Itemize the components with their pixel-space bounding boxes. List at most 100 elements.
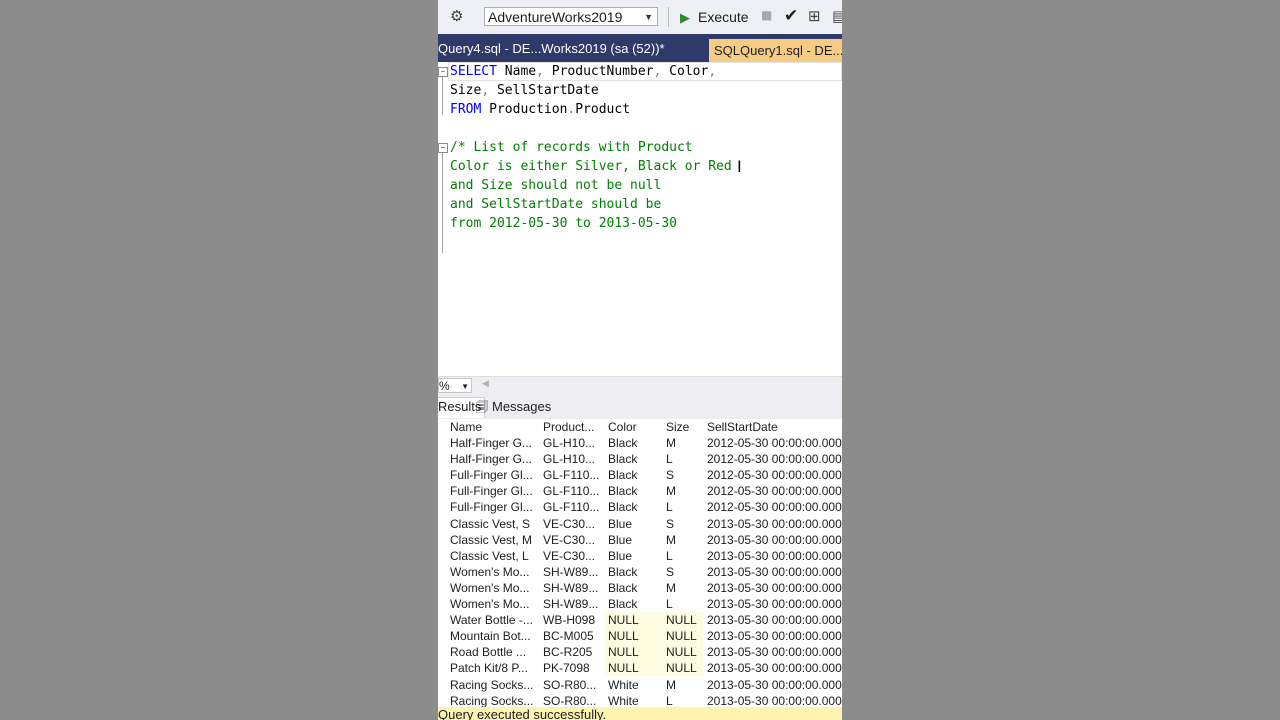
table-cell[interactable]: White [608,693,664,707]
table-cell[interactable]: 2013-05-30 00:00:00.000 [707,644,842,660]
object-explorer-icon[interactable]: ⚙ [450,7,463,25]
database-select[interactable]: AdventureWorks2019 ▼ [484,7,658,26]
table-cell[interactable]: 2013-05-30 00:00:00.000 [707,677,842,693]
table-row[interactable]: Full-Finger Gl... GL-F110... Black M 2012-05… [438,483,842,499]
table-cell[interactable]: NULL [663,644,703,661]
table-cell[interactable]: Racing Socks... [450,677,538,693]
table-cell[interactable]: 2012-05-30 00:00:00.000 [707,435,842,451]
table-cell[interactable]: Water Bottle -... [450,612,538,628]
table-cell[interactable]: S [666,516,702,532]
table-cell[interactable]: Black [608,499,664,515]
table-cell[interactable]: GL-F110... [543,467,603,483]
table-cell[interactable]: SH-W89... [543,580,603,596]
table-row[interactable]: Classic Vest, S VE-C30... Blue S 2013-05-30 … [438,516,842,532]
table-cell[interactable]: BC-R205 [543,644,603,660]
table-cell[interactable]: 2013-05-30 00:00:00.000 [707,548,842,564]
table-cell[interactable]: 2013-05-30 00:00:00.000 [707,564,842,580]
table-cell[interactable]: 2012-05-30 00:00:00.000 [707,467,842,483]
table-row[interactable]: Women's Mo... SH-W89... Black L 2013-05-30 0… [438,596,842,612]
results-to-icon[interactable]: ▤ [832,7,842,25]
table-cell[interactable]: White [608,677,664,693]
table-cell[interactable]: Black [608,596,664,612]
table-cell[interactable]: Mountain Bot... [450,628,538,644]
table-cell[interactable]: GL-H10... [543,435,603,451]
table-cell[interactable]: NULL [605,660,663,677]
scroll-left-icon[interactable]: ◀ [482,378,489,389]
table-cell[interactable]: M [666,677,702,693]
table-cell[interactable]: L [666,499,702,515]
table-row[interactable]: Classic Vest, M VE-C30... Blue M 2013-05-30 … [438,532,842,548]
table-row[interactable]: Mountain Bot... BC-M005 NULL NULL 2013-05-30… [438,628,842,645]
table-cell[interactable]: Women's Mo... [450,596,538,612]
table-cell[interactable]: PK-7098 [543,660,603,676]
table-cell[interactable]: 2013-05-30 00:00:00.000 [707,660,842,676]
query-editor[interactable]: − SELECT Name, ProductNumber, Color, Siz… [438,62,842,376]
table-cell[interactable]: Full-Finger Gl... [450,467,538,483]
column-header[interactable]: Product... [543,419,603,435]
table-cell[interactable]: M [666,532,702,548]
table-cell[interactable]: Women's Mo... [450,564,538,580]
table-cell[interactable]: NULL [663,628,703,645]
table-cell[interactable]: 2013-05-30 00:00:00.000 [707,516,842,532]
stop-icon[interactable]: ■ [761,8,772,22]
table-cell[interactable]: SH-W89... [543,596,603,612]
table-cell[interactable]: M [666,483,702,499]
table-row[interactable]: Water Bottle -... WB-H098 NULL NULL 2013-05-… [438,612,842,629]
display-plan-icon[interactable]: ⊞ [808,7,821,25]
table-cell[interactable]: Black [608,467,664,483]
table-row[interactable]: Classic Vest, L VE-C30... Blue L 2013-05-30 … [438,548,842,564]
table-cell[interactable]: Patch Kit/8 P... [450,660,538,676]
table-cell[interactable]: NULL [663,612,703,629]
table-cell[interactable]: 2013-05-30 00:00:00.000 [707,596,842,612]
column-header[interactable]: Name [450,419,538,435]
table-row[interactable]: Patch Kit/8 P... PK-7098 NULL NULL 2013-05-3… [438,660,842,677]
table-cell[interactable]: Classic Vest, S [450,516,538,532]
table-row[interactable]: Half-Finger G... GL-H10... Black L 2012-05-3… [438,451,842,467]
table-cell[interactable]: Full-Finger Gl... [450,483,538,499]
table-row[interactable]: Road Bottle ... BC-R205 NULL NULL 2013-05-30… [438,644,842,661]
table-cell[interactable]: GL-F110... [543,483,603,499]
table-cell[interactable]: 2012-05-30 00:00:00.000 [707,499,842,515]
table-cell[interactable]: VE-C30... [543,532,603,548]
tab-query4[interactable]: Query4.sql - DE...Works2019 (sa (52))* [438,41,665,56]
table-cell[interactable]: NULL [605,644,663,661]
table-cell[interactable]: M [666,435,702,451]
table-cell[interactable]: BC-M005 [543,628,603,644]
table-cell[interactable]: SO-R80... [543,693,603,707]
column-header[interactable]: Color [608,419,664,435]
table-cell[interactable]: NULL [605,612,663,629]
table-cell[interactable]: Black [608,435,664,451]
table-cell[interactable]: 2012-05-30 00:00:00.000 [707,483,842,499]
table-cell[interactable]: VE-C30... [543,516,603,532]
table-row[interactable]: Women's Mo... SH-W89... Black M 2013-05-30 0… [438,580,842,596]
tab-messages[interactable]: 🗐 Messages [476,398,551,416]
table-row[interactable]: Full-Finger Gl... GL-F110... Black L 2012-05… [438,499,842,515]
column-header[interactable]: SellStartDate [707,419,842,435]
table-cell[interactable]: Road Bottle ... [450,644,538,660]
fold-toggle-icon[interactable]: − [438,67,448,77]
table-cell[interactable]: S [666,467,702,483]
table-cell[interactable]: NULL [605,628,663,645]
table-cell[interactable]: Blue [608,548,664,564]
results-grid[interactable]: Name Product... Color Size SellStartDate… [438,419,842,707]
zoom-select[interactable]: % ▼ [438,378,472,393]
table-cell[interactable]: L [666,548,702,564]
table-cell[interactable]: Black [608,564,664,580]
table-row[interactable]: Half-Finger G... GL-H10... Black M 2012-05-3… [438,435,842,451]
table-cell[interactable]: Racing Socks... [450,693,538,707]
check-icon[interactable]: ✔ [784,6,798,26]
table-cell[interactable]: 2012-05-30 00:00:00.000 [707,451,842,467]
table-cell[interactable]: L [666,451,702,467]
table-row[interactable]: Racing Socks... SO-R80... White L 2013-05-30… [438,693,842,707]
table-cell[interactable]: NULL [663,660,703,677]
table-cell[interactable]: Women's Mo... [450,580,538,596]
table-cell[interactable]: Black [608,451,664,467]
table-cell[interactable]: Half-Finger G... [450,435,538,451]
table-cell[interactable]: S [666,564,702,580]
column-header[interactable]: Size [666,419,702,435]
table-cell[interactable]: Black [608,580,664,596]
tab-sqlquery1[interactable]: SQLQuery1.sql - DE...W [709,39,842,62]
table-cell[interactable]: SH-W89... [543,564,603,580]
table-cell[interactable]: SO-R80... [543,677,603,693]
table-cell[interactable]: Half-Finger G... [450,451,538,467]
